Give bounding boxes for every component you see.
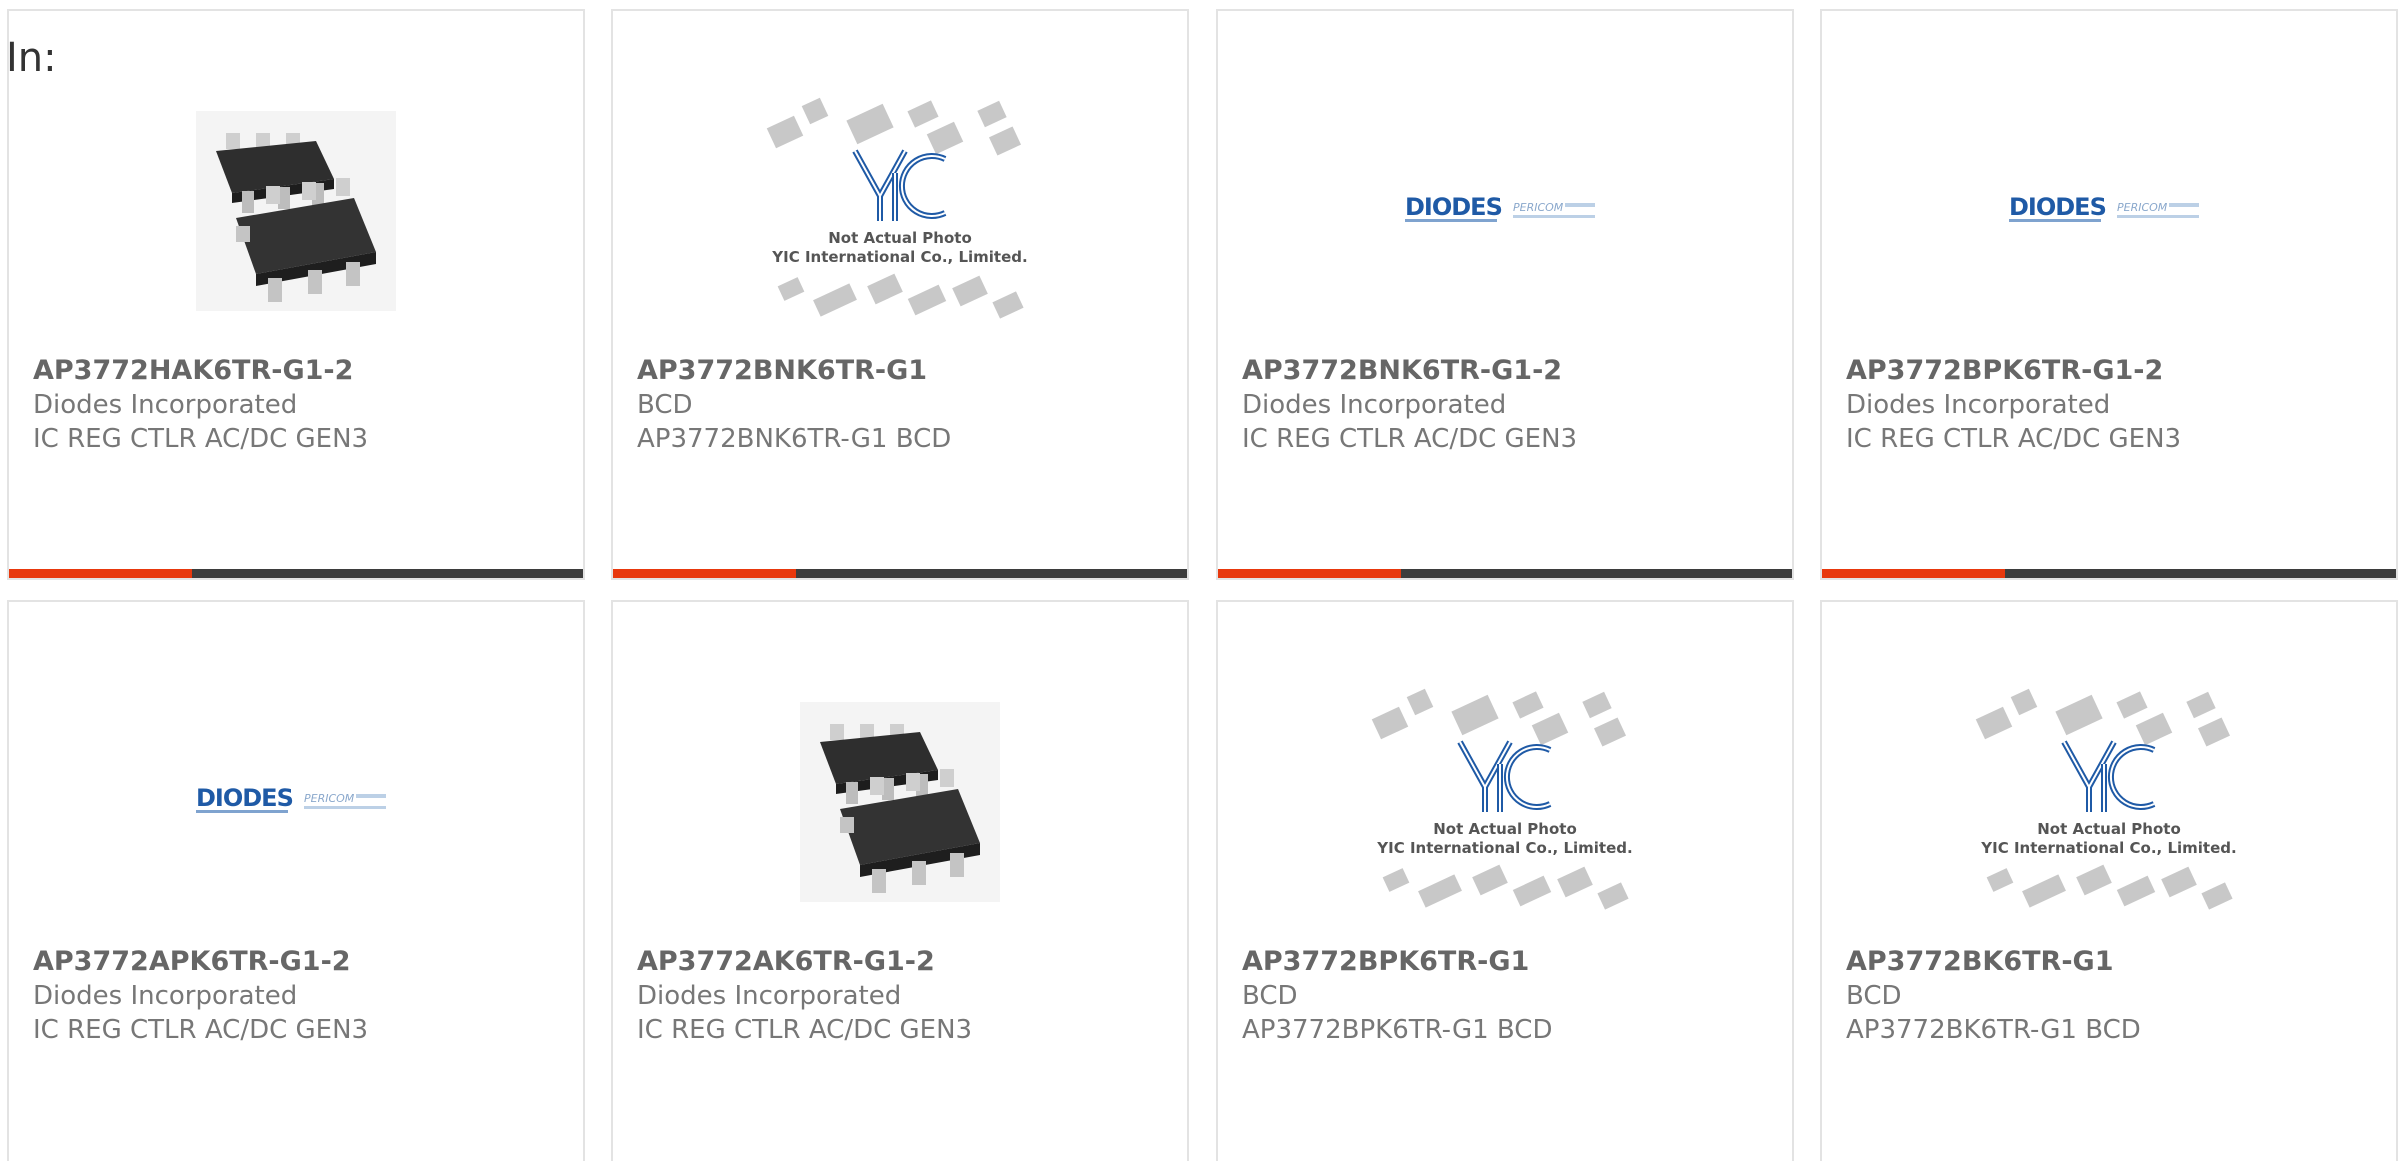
product-card[interactable]: DIODES PERICOM AP3772APK6TR-G1-2 Diodes I… <box>7 600 585 1161</box>
product-card[interactable]: AP3772HAK6TR-G1-2 Diodes Incorporated IC… <box>7 9 585 580</box>
description: AP3772BPK6TR-G1 BCD <box>1242 1015 1553 1045</box>
part-number: AP3772BPK6TR-G1 <box>1242 946 1530 977</box>
accent-bar <box>1822 569 2005 578</box>
svg-text:Not Actual Photo: Not Actual Photo <box>2037 820 2181 838</box>
diodes-pericom-logo: DIODES PERICOM <box>1405 193 1595 222</box>
accent-bar <box>613 569 796 578</box>
manufacturer: BCD <box>1846 981 1902 1011</box>
part-number: AP3772HAK6TR-G1-2 <box>33 355 354 386</box>
manufacturer: Diodes Incorporated <box>637 981 902 1011</box>
svg-text:DIODES: DIODES <box>1405 193 1502 221</box>
product-image: Not Actual Photo YIC International Co., L… <box>613 71 1187 351</box>
description: IC REG CTLR AC/DC GEN3 <box>637 1015 973 1045</box>
svg-text:YIC International Co., Limited: YIC International Co., Limited. <box>1376 839 1632 857</box>
svg-text:YIC International Co., Limited: YIC International Co., Limited. <box>1980 839 2236 857</box>
sot23-6-package-photo <box>196 111 396 311</box>
description: IC REG CTLR AC/DC GEN3 <box>1846 424 2182 454</box>
product-card[interactable]: DIODES PERICOM AP3772BPK6TR-G1-2 Diodes I… <box>1820 9 2398 580</box>
manufacturer: Diodes Incorporated <box>33 390 298 420</box>
product-image: DIODES PERICOM <box>9 662 583 942</box>
description: IC REG CTLR AC/DC GEN3 <box>33 424 369 454</box>
product-card[interactable]: Not Actual Photo YIC International Co., L… <box>611 9 1189 580</box>
sot23-6-package-photo <box>800 702 1000 902</box>
card-bottom-bar <box>613 569 1187 578</box>
accent-bar <box>9 569 192 578</box>
part-number: AP3772BK6TR-G1 <box>1846 946 2114 977</box>
part-number: AP3772AK6TR-G1-2 <box>637 946 935 977</box>
svg-text:YIC International Co., Limited: YIC International Co., Limited. <box>771 248 1027 266</box>
svg-text:PERICOM: PERICOM <box>2117 201 2168 214</box>
diodes-pericom-logo: DIODES PERICOM <box>196 784 386 813</box>
manufacturer: Diodes Incorporated <box>33 981 298 1011</box>
part-number: AP3772BNK6TR-G1 <box>637 355 928 386</box>
product-grid-page: In: AP3772HAK6TR-G1-2 Diodes Incorporate… <box>0 0 2400 1161</box>
card-bottom-bar <box>1218 569 1792 578</box>
product-image: Not Actual Photo YIC International Co., L… <box>1822 662 2396 942</box>
product-card[interactable]: AP3772AK6TR-G1-2 Diodes Incorporated IC … <box>611 600 1189 1161</box>
filter-in-label: In: <box>6 35 57 81</box>
product-image <box>9 71 583 351</box>
manufacturer: BCD <box>637 390 693 420</box>
manufacturer: Diodes Incorporated <box>1846 390 2111 420</box>
svg-text:Not Actual Photo: Not Actual Photo <box>1433 820 1577 838</box>
description: IC REG CTLR AC/DC GEN3 <box>33 1015 369 1045</box>
svg-text:Not Actual Photo: Not Actual Photo <box>828 229 972 247</box>
svg-text:DIODES: DIODES <box>196 784 293 812</box>
description: IC REG CTLR AC/DC GEN3 <box>1242 424 1578 454</box>
product-card[interactable]: Not Actual Photo YIC International Co., L… <box>1216 600 1794 1161</box>
description: AP3772BK6TR-G1 BCD <box>1846 1015 2141 1045</box>
svg-text:DIODES: DIODES <box>2009 193 2106 221</box>
product-card[interactable]: DIODES PERICOM AP3772BNK6TR-G1-2 Diodes I… <box>1216 9 1794 580</box>
svg-text:PERICOM: PERICOM <box>1513 201 1564 214</box>
product-image: DIODES PERICOM <box>1822 71 2396 351</box>
product-card[interactable]: Not Actual Photo YIC International Co., L… <box>1820 600 2398 1161</box>
card-bottom-bar <box>9 569 583 578</box>
yic-placeholder-image: Not Actual PhotoYIC International Co., L… <box>1975 688 2237 910</box>
part-number: AP3772BNK6TR-G1-2 <box>1242 355 1563 386</box>
manufacturer: Diodes Incorporated <box>1242 390 1507 420</box>
yic-placeholder-image: Not Actual PhotoYIC International Co., L… <box>766 97 1028 319</box>
product-image: Not Actual Photo YIC International Co., L… <box>1218 662 1792 942</box>
card-bottom-bar <box>1822 569 2396 578</box>
diodes-pericom-logo: DIODES PERICOM <box>2009 193 2199 222</box>
yic-placeholder-image: Not Actual PhotoYIC International Co., L… <box>1371 688 1633 910</box>
product-image: DIODES PERICOM <box>1218 71 1792 351</box>
product-image <box>613 662 1187 942</box>
manufacturer: BCD <box>1242 981 1298 1011</box>
part-number: AP3772APK6TR-G1-2 <box>33 946 351 977</box>
part-number: AP3772BPK6TR-G1-2 <box>1846 355 2164 386</box>
svg-text:PERICOM: PERICOM <box>304 792 355 805</box>
description: AP3772BNK6TR-G1 BCD <box>637 424 952 454</box>
accent-bar <box>1218 569 1401 578</box>
